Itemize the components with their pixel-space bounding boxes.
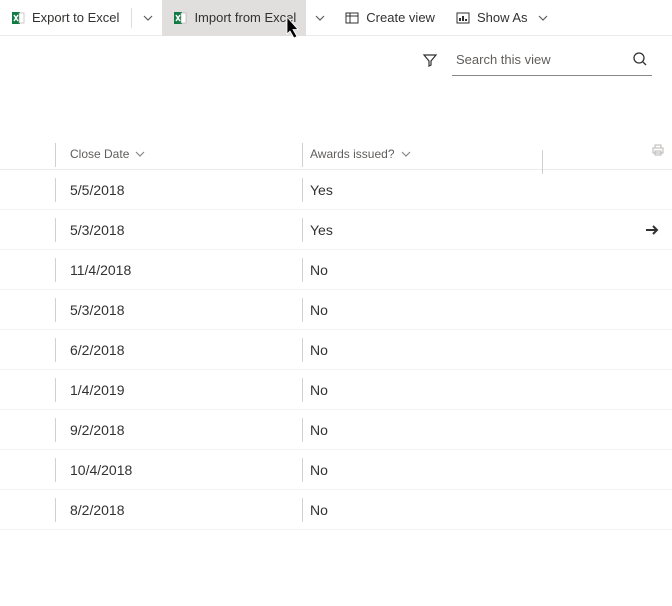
cell-close-date: 5/3/2018 (0, 222, 310, 238)
column-header-awards-issued[interactable]: Awards issued? (310, 147, 550, 161)
table-row[interactable]: 9/2/2018No (0, 410, 672, 450)
cell-awards-issued: Yes (310, 182, 550, 198)
chevron-down-icon (315, 13, 325, 23)
show-as-button[interactable]: Show As (445, 0, 558, 36)
spacer (0, 84, 672, 138)
search-icon[interactable] (632, 51, 648, 67)
export-dropdown[interactable] (134, 0, 162, 36)
import-from-excel-button[interactable]: Import from Excel (162, 0, 306, 36)
show-as-label: Show As (477, 10, 528, 25)
separator (131, 8, 132, 28)
cell-close-date: 9/2/2018 (0, 422, 310, 438)
command-bar: Export to Excel Import from Excel Create… (0, 0, 672, 36)
cell-close-date: 5/5/2018 (0, 182, 310, 198)
excel-icon (172, 10, 188, 26)
cell-close-date: 10/4/2018 (0, 462, 310, 478)
cell-close-date: 11/4/2018 (0, 262, 310, 278)
chevron-down-icon (538, 13, 548, 23)
export-to-excel-button[interactable]: Export to Excel (0, 0, 129, 36)
cell-close-date: 1/4/2019 (0, 382, 310, 398)
cell-awards-issued: No (310, 462, 550, 478)
column-header-close-date[interactable]: Close Date (0, 147, 310, 161)
create-view-icon (344, 10, 360, 26)
cell-awards-issued: No (310, 502, 550, 518)
export-label: Export to Excel (32, 10, 119, 25)
cell-close-date: 8/2/2018 (0, 502, 310, 518)
grid-body: 5/5/2018Yes5/3/2018Yes11/4/2018No5/3/201… (0, 170, 672, 530)
import-dropdown[interactable] (306, 0, 334, 36)
filter-icon[interactable] (422, 52, 438, 68)
column-label: Close Date (70, 147, 129, 161)
cell-awards-issued: No (310, 382, 550, 398)
show-as-icon (455, 10, 471, 26)
chevron-down-icon (143, 13, 153, 23)
create-view-label: Create view (366, 10, 435, 25)
import-label: Import from Excel (194, 10, 296, 25)
cell-awards-issued: No (310, 342, 550, 358)
chevron-down-icon (401, 149, 411, 159)
table-row[interactable]: 10/4/2018No (0, 450, 672, 490)
cell-awards-issued: No (310, 262, 550, 278)
search-input-wrapper (452, 44, 652, 76)
table-row[interactable]: 11/4/2018No (0, 250, 672, 290)
cell-awards-issued: No (310, 422, 550, 438)
cell-close-date: 6/2/2018 (0, 342, 310, 358)
grid-header: Close Date Awards issued? (0, 138, 672, 170)
table-row[interactable]: 8/2/2018No (0, 490, 672, 530)
table-row[interactable]: 5/3/2018Yes (0, 210, 672, 250)
print-icon[interactable] (650, 142, 666, 158)
table-row[interactable]: 5/3/2018No (0, 290, 672, 330)
search-input[interactable] (452, 46, 652, 73)
excel-icon (10, 10, 26, 26)
cell-awards-issued: Yes (310, 222, 550, 238)
chevron-down-icon (135, 149, 145, 159)
column-label: Awards issued? (310, 147, 395, 161)
table-row[interactable]: 5/5/2018Yes (0, 170, 672, 210)
cell-close-date: 5/3/2018 (0, 302, 310, 318)
cell-awards-issued: No (310, 302, 550, 318)
navigate-arrow-icon[interactable] (642, 222, 662, 238)
table-row[interactable]: 6/2/2018No (0, 330, 672, 370)
create-view-button[interactable]: Create view (334, 0, 445, 36)
search-bar (0, 36, 672, 84)
table-row[interactable]: 1/4/2019No (0, 370, 672, 410)
